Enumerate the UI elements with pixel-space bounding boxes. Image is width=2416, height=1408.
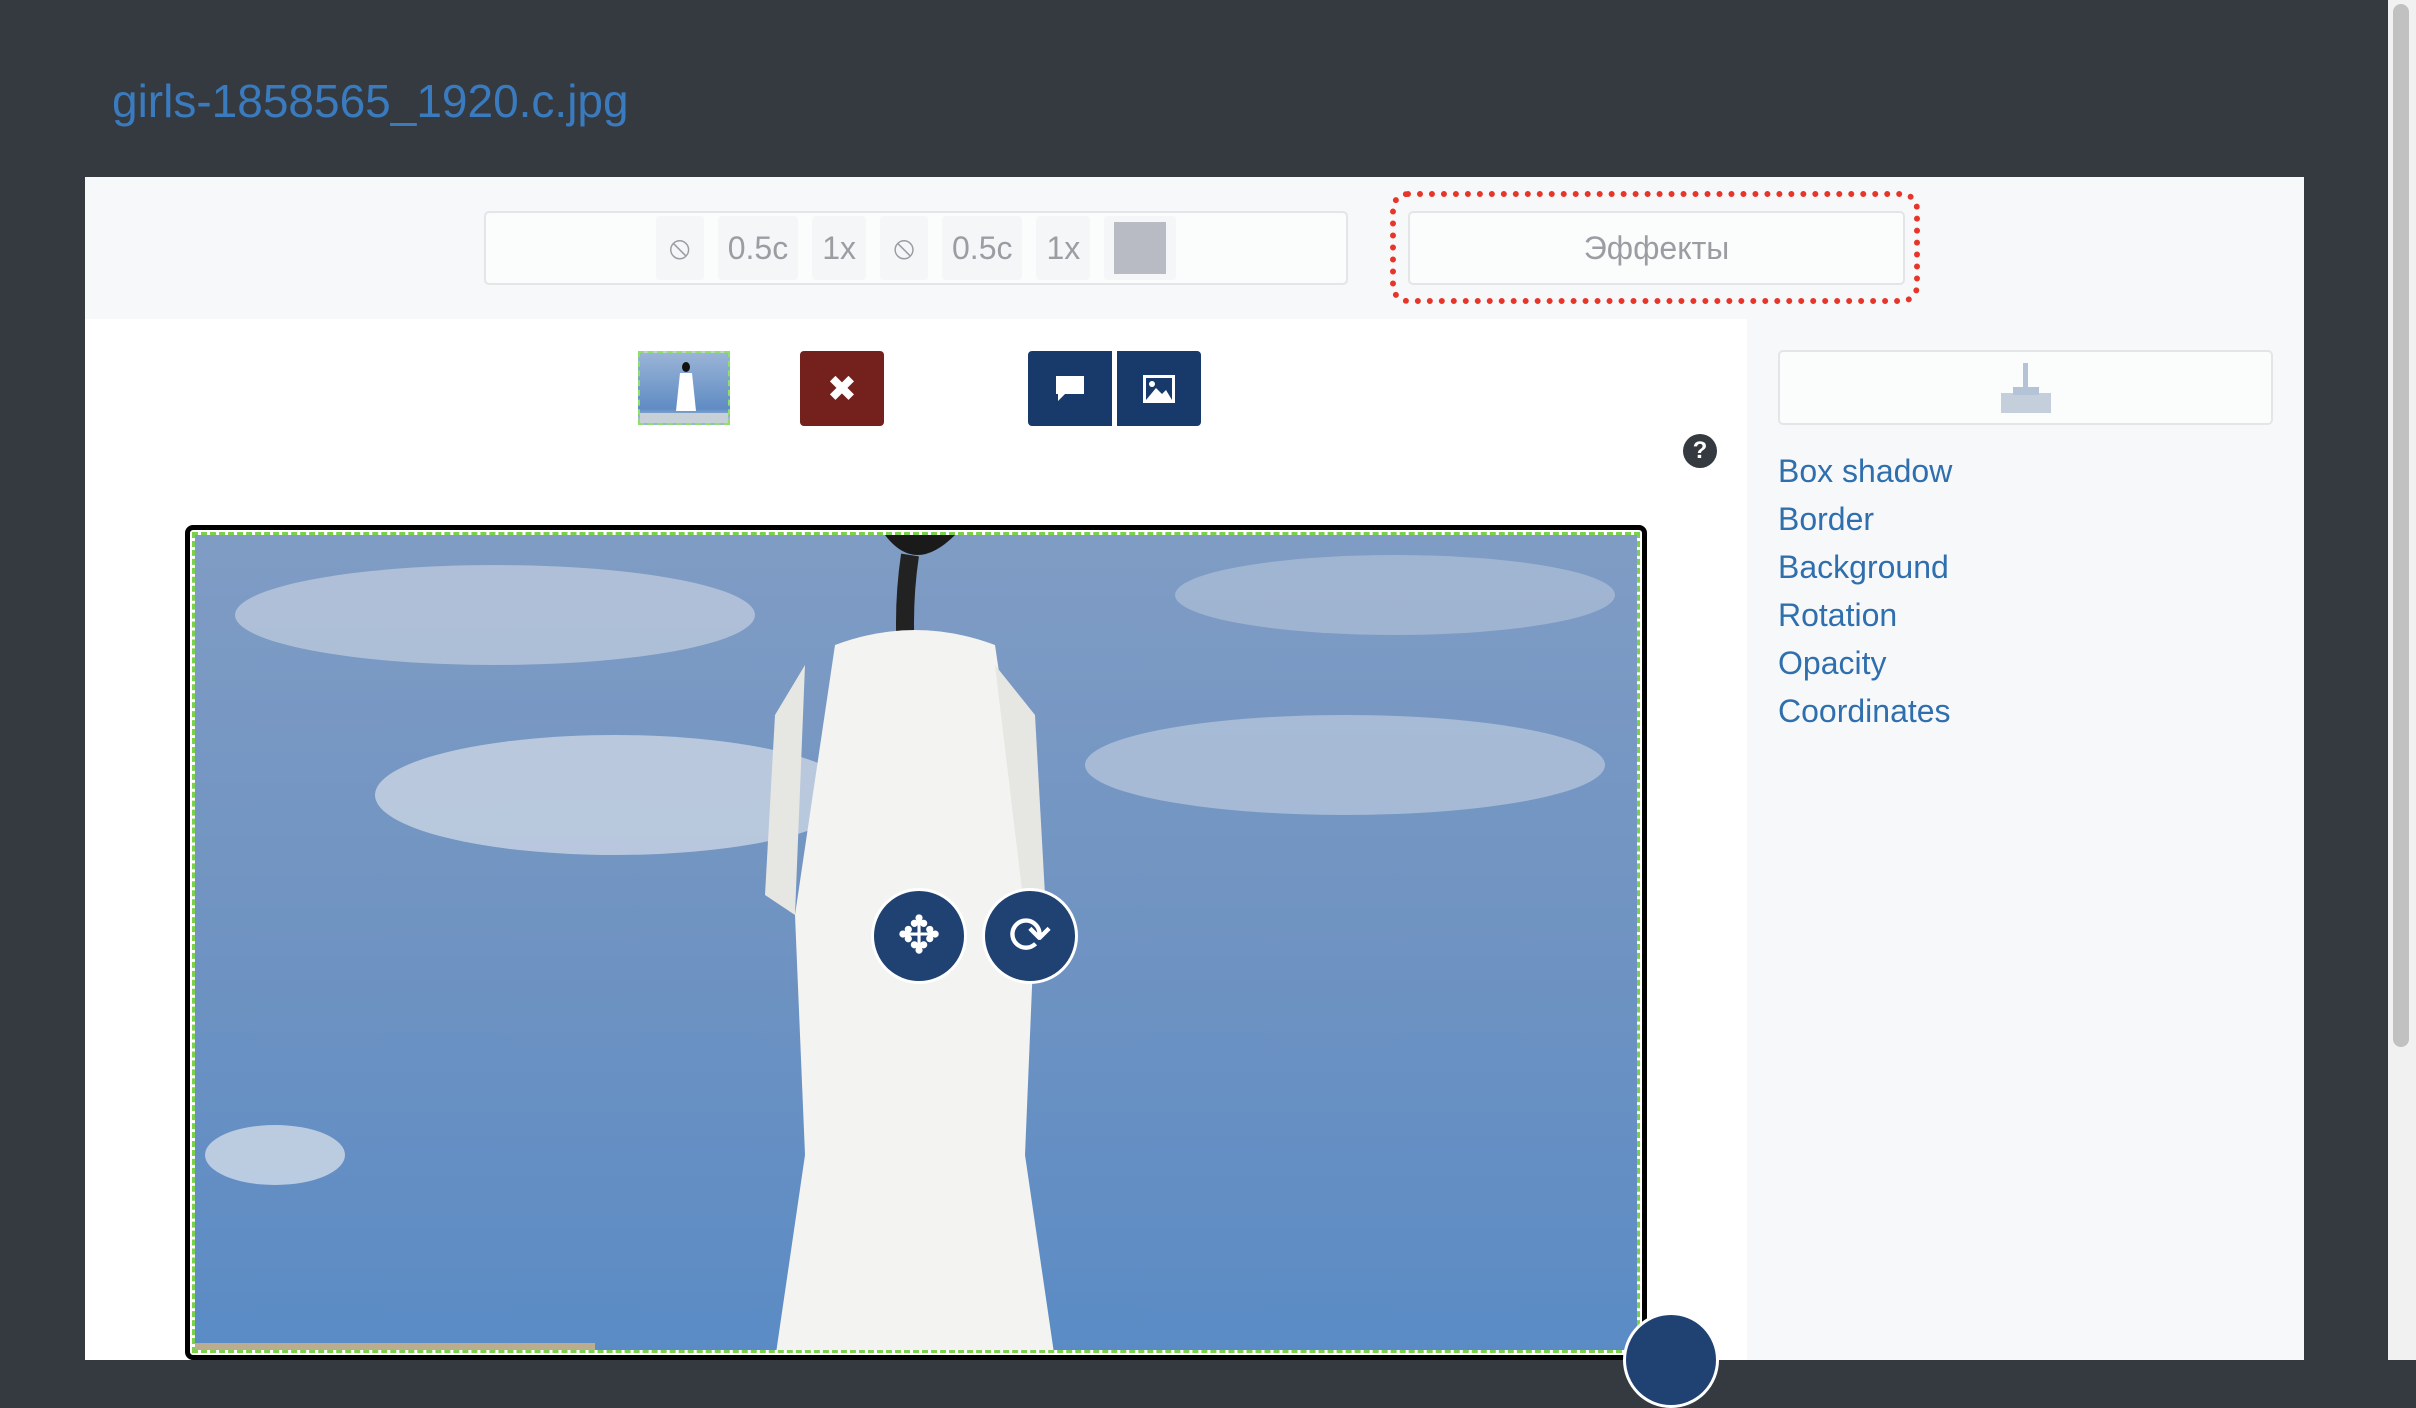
duration-button[interactable]: 0.5c <box>717 216 799 280</box>
link-rotation[interactable]: Rotation <box>1778 591 1952 639</box>
help-icon[interactable]: ? <box>1683 434 1717 468</box>
link-coordinates[interactable]: Coordinates <box>1778 687 1952 735</box>
disable-animation-button-2[interactable]: ⦸ <box>880 216 928 280</box>
animation-toolbar: ⦸ 0.5c 1x ⦸ 0.5c 1x <box>484 211 1348 285</box>
link-opacity[interactable]: Opacity <box>1778 639 1952 687</box>
editor-panel: ⦸ 0.5c 1x ⦸ 0.5c 1x Эффекты ✖ ? ✥ ⟳ Box … <box>85 177 2304 1408</box>
scrollbar[interactable] <box>2388 0 2416 1360</box>
duration-button-2[interactable]: 0.5c <box>942 216 1023 280</box>
toolbar-area: ⦸ 0.5c 1x ⦸ 0.5c 1x Эффекты <box>85 177 2304 319</box>
preview-box <box>1778 350 2273 425</box>
color-swatch <box>1114 222 1167 274</box>
effects-sidebar: Box shadow Border Background Rotation Op… <box>1747 319 2304 1360</box>
link-border[interactable]: Border <box>1778 495 1952 543</box>
scrollbar-thumb[interactable] <box>2393 4 2409 1047</box>
resize-handle[interactable] <box>1623 1312 1719 1408</box>
speed-button-2[interactable]: 1x <box>1036 216 1091 280</box>
image-canvas[interactable]: ✥ ⟳ <box>185 525 1647 1360</box>
color-button[interactable] <box>1104 216 1177 280</box>
disable-animation-button[interactable]: ⦸ <box>655 216 704 280</box>
image-thumbnail[interactable] <box>638 351 730 425</box>
effects-links: Box shadow Border Background Rotation Op… <box>1778 447 1952 735</box>
rotate-handle-icon[interactable]: ⟳ <box>982 888 1078 984</box>
delete-button[interactable]: ✖ <box>800 351 884 426</box>
effects-button[interactable]: Эффекты <box>1408 211 1905 285</box>
link-background[interactable]: Background <box>1778 543 1952 591</box>
link-box-shadow[interactable]: Box shadow <box>1778 447 1952 495</box>
building-icon <box>2000 362 2051 413</box>
image-icon <box>1143 374 1175 403</box>
move-handle-icon[interactable]: ✥ <box>871 888 967 984</box>
file-title[interactable]: girls-1858565_1920.c.jpg <box>112 74 629 128</box>
comment-icon <box>1056 375 1084 401</box>
speed-button[interactable]: 1x <box>812 216 866 280</box>
image-button[interactable] <box>1117 351 1201 426</box>
comment-button[interactable] <box>1028 351 1112 426</box>
